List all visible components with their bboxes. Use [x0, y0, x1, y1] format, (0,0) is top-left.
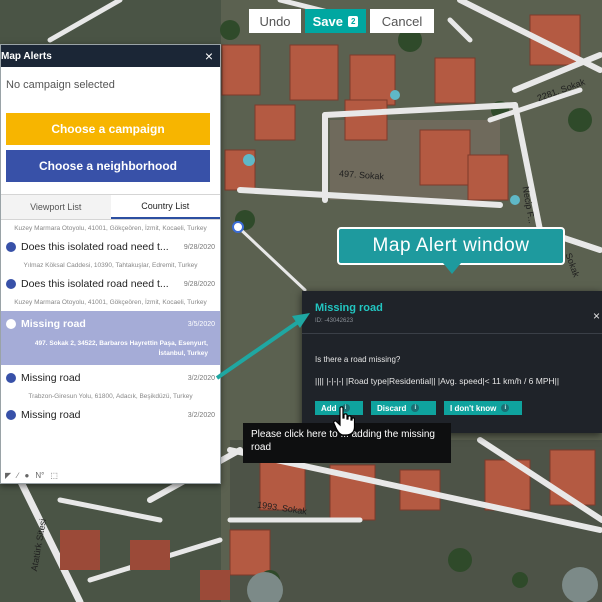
tab-country-list[interactable]: Country List [110, 195, 220, 219]
save-button[interactable]: Save 2 [305, 9, 366, 33]
dont-know-label: I don't know [450, 403, 497, 413]
dont-know-button[interactable]: I don't know i [444, 401, 522, 415]
map-alerts-panel: Map Alerts × No campaign selected Choose… [0, 44, 221, 484]
undo-button[interactable]: Undo [249, 9, 301, 33]
list-item-title: Missing road [21, 318, 86, 330]
edit-toolbar: Undo Save 2 Cancel [249, 9, 434, 33]
panel-footer: ◤ ∕ ● N° ⬚ [1, 467, 220, 483]
list-tabs: Viewport List Country List [1, 194, 220, 220]
list-item[interactable]: Missing road 3/2/2020 [1, 405, 220, 425]
list-item-address: Yılmaz Köksal Caddesi, 10390, Tahtakuşla… [23, 262, 198, 269]
list-item-date: 3/5/2020 [187, 320, 215, 328]
list-item-title: Does this isolated road need t... [21, 278, 169, 290]
alert-question: Is there a road missing? [315, 355, 401, 364]
info-icon: i [501, 404, 510, 412]
campaign-status: No campaign selected [6, 79, 115, 91]
list-item-address: Trabzon-Giresun Yolu, 61800, Adacık, Beş… [28, 393, 193, 400]
list-item[interactable]: Does this isolated road need t... 9/28/2… [1, 237, 220, 257]
save-label: Save [312, 13, 343, 29]
pin-icon[interactable]: ● [25, 471, 30, 480]
cursor-icon[interactable]: ◤ [5, 471, 11, 480]
status-dot-icon [6, 373, 16, 383]
selected-list-item[interactable]: Missing road 3/5/2020 497. Sokak 2, 3452… [1, 311, 220, 365]
list-item-date: 3/2/2020 [187, 411, 215, 419]
save-count-badge: 2 [347, 15, 359, 27]
discard-button[interactable]: Discard i [371, 401, 436, 415]
alert-list: Kuzey Marmara Otoyolu, 41001, Gökçeören,… [1, 220, 220, 425]
list-item-date: 3/2/2020 [187, 374, 215, 382]
choose-campaign-button[interactable]: Choose a campaign [6, 113, 210, 145]
list-item-title: Missing road [21, 372, 81, 384]
fullscreen-icon[interactable]: ⬚ [50, 471, 58, 480]
info-icon: i [411, 404, 420, 412]
alert-id: ID: -43042623 [315, 318, 354, 324]
panel-title: Map Alerts [1, 50, 52, 62]
close-icon[interactable]: × [593, 309, 600, 323]
list-item-date: 9/28/2020 [183, 280, 215, 288]
list-item-address: Kuzey Marmara Otoyolu, 41001, Gökçeören,… [14, 299, 207, 306]
callout-tail [443, 263, 461, 274]
list-item[interactable]: Missing road 3/2/2020 [1, 368, 220, 388]
list-item-address: Kuzey Marmara Otoyolu, 41001, Gökçeören,… [14, 225, 207, 232]
road-attributes: |||| |-|-|-| |Road type|Residential|| |A… [315, 376, 560, 386]
list-item-title: Missing road [21, 409, 81, 421]
panel-header: Map Alerts × [1, 45, 220, 67]
list-item-date: 9/28/2020 [183, 243, 215, 251]
north-icon[interactable]: N° [35, 471, 44, 480]
alert-title: Missing road [315, 302, 383, 314]
list-item[interactable]: Does this isolated road need t... 9/28/2… [1, 274, 220, 294]
list-item[interactable]: Missing road 3/5/2020 [1, 311, 220, 337]
status-dot-icon [6, 242, 16, 252]
tab-viewport-list[interactable]: Viewport List [1, 195, 111, 219]
cancel-button[interactable]: Cancel [370, 9, 434, 33]
list-item-address: 497. Sokak 2, 34522, Barbaros Hayrettin … [34, 340, 208, 357]
map-alert-callout: Map Alert window [337, 227, 565, 265]
hand-cursor-icon [333, 406, 355, 436]
choose-neighborhood-button[interactable]: Choose a neighborhood [6, 150, 210, 182]
list-item-title: Does this isolated road need t... [21, 241, 169, 253]
divider [302, 333, 602, 334]
close-icon[interactable]: × [202, 48, 216, 64]
ruler-icon[interactable]: ∕ [17, 471, 18, 480]
status-dot-icon [6, 319, 16, 329]
discard-label: Discard [377, 403, 407, 413]
status-dot-icon [6, 410, 16, 420]
status-dot-icon [6, 279, 16, 289]
